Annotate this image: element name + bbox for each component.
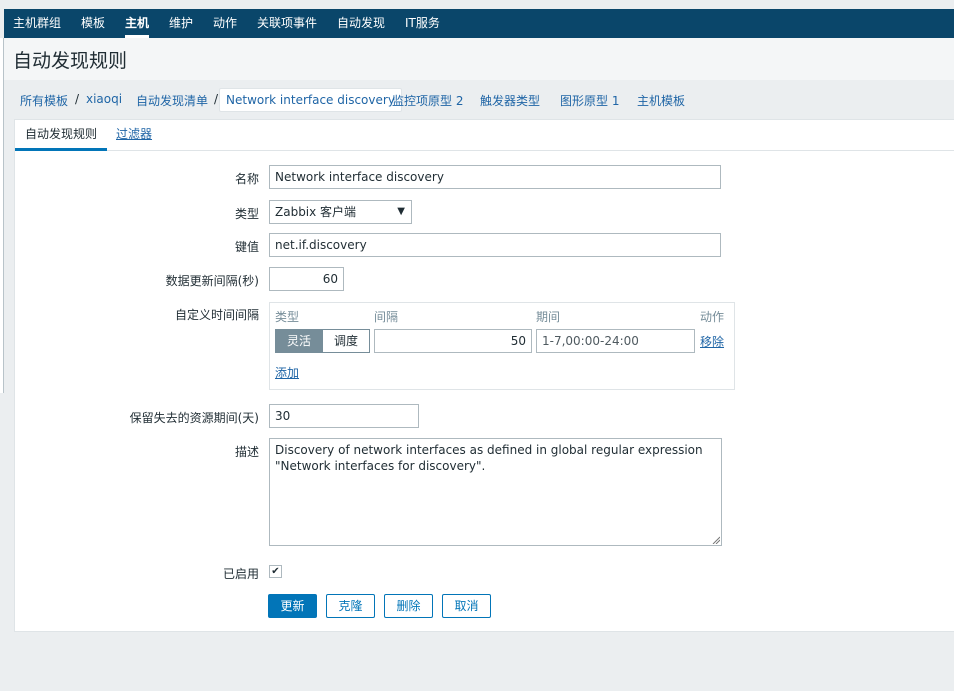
breadcrumb-separator: / [75,92,80,106]
interval-label: 数据更新间隔(秒) [165,274,259,288]
remove-interval-link[interactable]: 移除 [700,333,724,350]
page-header: 自动发现规则 [4,38,954,80]
segment-flexible[interactable]: 灵活 [275,329,323,353]
nav-hosts[interactable]: 主机 [125,9,150,38]
dropdown-arrow-icon: ▼ [397,206,405,217]
enabled-checkbox[interactable]: ✔ [269,565,282,578]
page-title: 自动发现规则 [13,50,128,72]
keep-lost-input[interactable]: 30 [269,404,419,428]
breadcrumb-graph-prototypes[interactable]: 图形原型 1 [560,92,619,109]
custom-period-input[interactable]: 1-7,00:00-24:00 [536,329,695,353]
delete-button[interactable]: 删除 [384,594,433,618]
custom-intervals-label: 自定义时间间隔 [174,308,259,322]
breadcrumb-trigger-types[interactable]: 触发器类型 [480,92,540,109]
checkmark-icon: ✔ [271,566,280,577]
nav-it-services[interactable]: IT服务 [405,9,440,38]
form-panel: 自动发现规则 过滤器 名称 Network interface discover… [14,119,954,632]
type-label: 类型 [234,207,259,221]
breadcrumb-template[interactable]: xiaoqi [86,92,122,106]
resize-handle-icon[interactable] [712,536,720,544]
col-interval-header: 间隔 [374,310,399,324]
breadcrumb-host-templates[interactable]: 主机模板 [637,92,685,109]
name-label: 名称 [234,172,259,186]
nav-maintenance[interactable]: 维护 [169,9,193,38]
add-interval-link[interactable]: 添加 [275,364,299,381]
nav-event-correlation[interactable]: 关联项事件 [257,9,317,38]
update-button[interactable]: 更新 [268,594,317,618]
key-input[interactable]: net.if.discovery [269,233,721,257]
interval-input[interactable]: 60 [269,267,344,291]
col-type-header: 类型 [275,310,300,324]
col-action-header: 动作 [700,310,725,324]
top-navigation: 主机群组 模板 主机 维护 动作 关联项事件 自动发现 IT服务 [4,9,954,38]
cancel-button[interactable]: 取消 [442,594,491,618]
tab-filters[interactable]: 过滤器 [116,120,152,151]
nav-host-groups[interactable]: 主机群组 [13,9,61,38]
segment-scheduling[interactable]: 调度 [322,329,370,353]
nav-templates[interactable]: 模板 [81,9,105,38]
type-select-value: Zabbix 客户端 [275,205,357,219]
tab-discovery-rule[interactable]: 自动发现规则 [15,120,108,151]
nav-discovery[interactable]: 自动发现 [337,9,385,38]
breadcrumb-current-rule[interactable]: Network interface discovery [219,88,402,112]
breadcrumb-all-templates[interactable]: 所有模板 [20,92,68,109]
name-input[interactable]: Network interface discovery [269,165,721,189]
breadcrumb-discovery-list[interactable]: 自动发现清单 [136,92,208,109]
breadcrumb-item-prototypes[interactable]: 监控项原型 2 [392,92,463,109]
col-period-header: 期间 [536,310,561,324]
custom-interval-input[interactable]: 50 [374,329,532,353]
nav-actions[interactable]: 动作 [213,9,237,38]
breadcrumb-separator: / [214,92,219,106]
tab-bar: 自动发现规则 过滤器 [15,120,954,151]
custom-intervals-box: 类型 间隔 期间 动作 灵活 调度 50 1-7,00:00-24:00 移除 … [269,302,735,390]
description-text: Discovery of network interfaces as defin… [275,443,703,473]
enabled-label: 已启用 [222,567,259,581]
description-textarea[interactable]: Discovery of network interfaces as defin… [269,438,722,546]
type-select[interactable]: Zabbix 客户端 ▼ [269,200,412,224]
breadcrumb: 所有模板 / xiaoqi 自动发现清单 / Network interface… [4,80,954,118]
keep-lost-label: 保留失去的资源期间(天) [129,411,259,425]
clone-button[interactable]: 克隆 [326,594,375,618]
key-label: 键值 [234,240,259,254]
description-label: 描述 [234,445,259,459]
